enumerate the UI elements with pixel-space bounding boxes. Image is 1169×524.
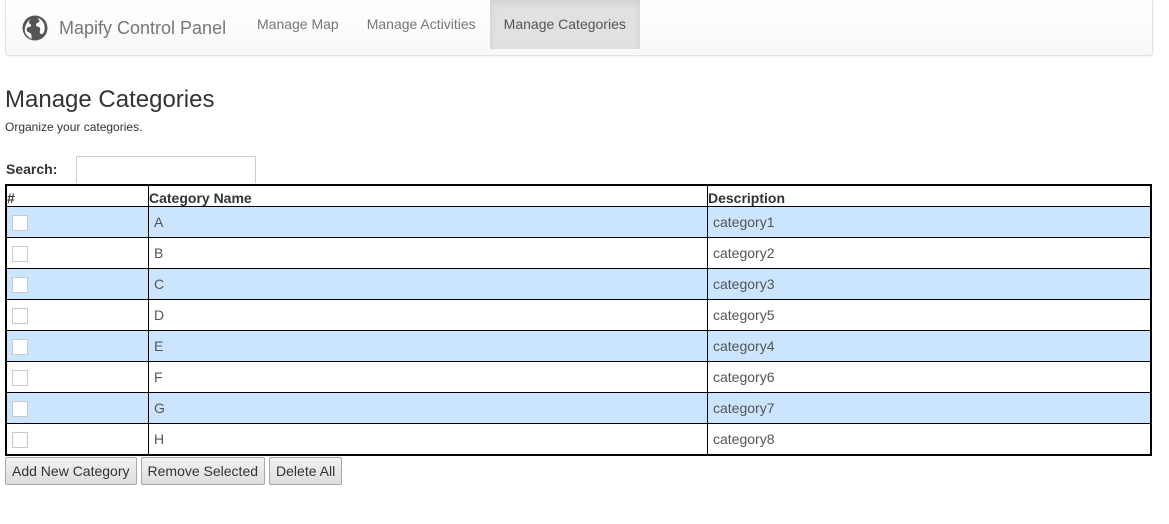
page-title: Manage Categories: [5, 86, 215, 113]
row-checkbox[interactable]: [12, 307, 28, 324]
table-row[interactable]: H category8: [6, 423, 1152, 456]
search-label: Search:: [6, 161, 58, 177]
main-nav: Manage Map Manage Activities Manage Cate…: [243, 0, 640, 49]
add-category-button[interactable]: Add New Category: [5, 457, 137, 485]
table-row[interactable]: G category7: [6, 392, 1152, 424]
description-cell: category6: [707, 361, 1152, 393]
table-row[interactable]: E category4: [6, 330, 1152, 362]
description-cell: category1: [707, 206, 1152, 238]
row-checkbox[interactable]: [12, 431, 28, 448]
row-select-cell: [6, 361, 149, 393]
table-row[interactable]: C category3: [6, 268, 1152, 300]
nav-manage-activities[interactable]: Manage Activities: [353, 0, 490, 49]
description-cell: category2: [707, 237, 1152, 269]
row-checkbox[interactable]: [12, 338, 28, 355]
brand[interactable]: Mapify Control Panel: [22, 14, 226, 42]
category-name-cell: G: [148, 392, 708, 424]
table-row[interactable]: A category1: [6, 206, 1152, 238]
nav-manage-categories[interactable]: Manage Categories: [489, 0, 640, 49]
table-row[interactable]: D category5: [6, 299, 1152, 331]
category-name-cell: E: [148, 330, 708, 362]
remove-selected-button[interactable]: Remove Selected: [140, 457, 266, 485]
page-subtitle: Organize your categories.: [5, 120, 143, 134]
row-checkbox[interactable]: [12, 214, 28, 231]
row-select-cell: [6, 237, 149, 269]
nav-manage-map[interactable]: Manage Map: [243, 0, 353, 49]
category-name-cell: H: [148, 423, 708, 456]
description-cell: category5: [707, 299, 1152, 331]
column-header-category-name[interactable]: Category Name: [148, 185, 708, 207]
table-row[interactable]: B category2: [6, 237, 1152, 269]
column-header-description[interactable]: Description: [707, 185, 1152, 207]
category-name-cell: C: [148, 268, 708, 300]
categories-table: # Category Name Description A category1 …: [5, 184, 1152, 456]
description-cell: category4: [707, 330, 1152, 362]
category-name-cell: A: [148, 206, 708, 238]
globe-icon: [22, 15, 48, 41]
top-navbar: Mapify Control Panel Manage Map Manage A…: [5, 0, 1153, 56]
row-select-cell: [6, 423, 149, 456]
description-cell: category8: [707, 423, 1152, 456]
brand-label: Mapify Control Panel: [59, 17, 227, 38]
category-name-cell: D: [148, 299, 708, 331]
row-select-cell: [6, 299, 149, 331]
delete-all-button[interactable]: Delete All: [269, 457, 343, 485]
row-checkbox[interactable]: [12, 245, 28, 262]
search-input[interactable]: [76, 156, 256, 183]
category-name-cell: F: [148, 361, 708, 393]
description-cell: category3: [707, 268, 1152, 300]
row-checkbox[interactable]: [12, 276, 28, 293]
row-checkbox[interactable]: [12, 369, 28, 386]
row-select-cell: [6, 330, 149, 362]
row-select-cell: [6, 392, 149, 424]
column-header-number[interactable]: #: [6, 185, 149, 207]
category-name-cell: B: [148, 237, 708, 269]
table-row[interactable]: F category6: [6, 361, 1152, 393]
action-buttons: Add New Category Remove Selected Delete …: [5, 457, 346, 485]
description-cell: category7: [707, 392, 1152, 424]
row-select-cell: [6, 206, 149, 238]
table-header-row: # Category Name Description: [6, 185, 1152, 207]
row-select-cell: [6, 268, 149, 300]
row-checkbox[interactable]: [12, 400, 28, 417]
